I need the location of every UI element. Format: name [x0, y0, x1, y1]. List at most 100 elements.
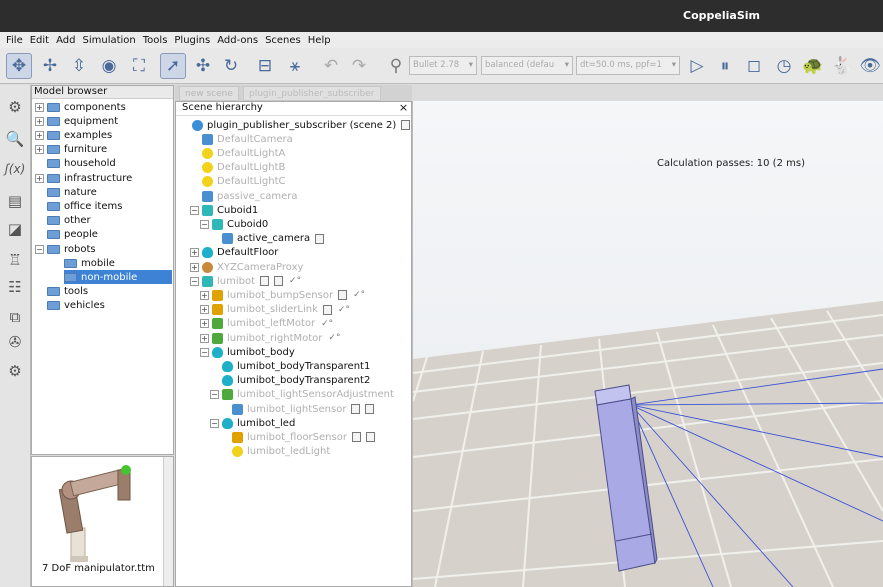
expander-icon[interactable]: + — [35, 145, 44, 155]
scene-object-Cuboid1[interactable]: − Cuboid1 — [190, 203, 258, 217]
model-folder-examples[interactable]: + examples — [35, 128, 112, 142]
collections-icon[interactable]: ▤ — [3, 189, 27, 213]
expander-icon[interactable]: + — [200, 290, 209, 300]
engine-icon[interactable]: ⚲ — [383, 53, 409, 79]
model-folder-components[interactable]: + components — [35, 100, 126, 114]
script-icon[interactable] — [260, 276, 270, 287]
expander-icon[interactable]: + — [200, 319, 209, 329]
expander-icon[interactable]: − — [35, 244, 44, 254]
play-icon[interactable]: ▷ — [684, 53, 710, 79]
object-shift-icon[interactable]: ✣ — [190, 53, 216, 79]
model-folder-furniture[interactable]: + furniture — [35, 143, 107, 157]
expander-icon[interactable]: + — [35, 102, 44, 112]
scene-object-passive-camera[interactable]: passive_camera — [190, 189, 298, 203]
model-folder-other[interactable]: other — [35, 214, 91, 228]
scene-object-lumibot-bumpSensor[interactable]: + lumibot_bumpSensor ✓° — [200, 288, 365, 302]
scene-object-lumibot-sliderLink[interactable]: + lumibot_sliderLink ✓° — [200, 303, 350, 317]
model-folder-equipment[interactable]: + equipment — [35, 114, 118, 128]
redo-icon[interactable]: ↷ — [346, 53, 372, 79]
scene-object-lumibot[interactable]: − lumibot ✓° — [190, 274, 301, 288]
timestep-select[interactable]: dt=50.0 ms, ppf=1 — [576, 56, 680, 75]
model-folder-vehicles[interactable]: vehicles — [35, 299, 105, 313]
expander-icon[interactable]: + — [35, 173, 44, 183]
preview-scrollbar[interactable] — [163, 457, 173, 586]
close-icon[interactable]: × — [398, 102, 409, 114]
preview-caption[interactable]: 7 DoF manipulator.ttm — [42, 563, 155, 574]
scene-object-DefaultCamera[interactable]: DefaultCamera — [190, 132, 293, 146]
menu-edit[interactable]: Edit — [30, 35, 49, 46]
script-icon[interactable] — [338, 290, 348, 301]
manipulator-thumbnail[interactable] — [40, 460, 170, 565]
model-folder-infrastructure[interactable]: + infrastructure — [35, 171, 132, 185]
pause-icon[interactable]: ⏸ — [712, 53, 738, 79]
script-icon[interactable] — [351, 432, 361, 443]
scene-object-Cuboid0[interactable]: − Cuboid0 — [200, 217, 268, 231]
script-icon[interactable] — [351, 404, 361, 414]
menu-add-ons[interactable]: Add-ons — [217, 35, 258, 46]
scene-object-DefaultLightC[interactable]: DefaultLightC — [190, 175, 285, 189]
menu-simulation[interactable]: Simulation — [82, 35, 135, 46]
menu-help[interactable]: Help — [308, 35, 331, 46]
click-selection-icon[interactable]: ➚ — [160, 53, 186, 79]
simulation-settings-icon[interactable]: ⚙ — [3, 95, 27, 119]
tab-new-scene[interactable]: new scene — [179, 86, 239, 101]
user-settings-icon[interactable]: ⚙ — [3, 359, 27, 383]
model-folder-household[interactable]: household — [35, 157, 116, 171]
scene-object-plugin-publisher-subscriber-scene-2-[interactable]: plugin_publisher_subscriber (scene 2) — [180, 118, 411, 132]
assemble-icon[interactable]: ⊟ — [252, 53, 278, 79]
undo-icon[interactable]: ↶ — [318, 53, 344, 79]
scripts-icon[interactable]: ◪ — [3, 217, 27, 241]
menu-file[interactable]: File — [6, 35, 23, 46]
scene-object-lumibot-lightSensor[interactable]: lumibot_lightSensor — [220, 402, 375, 416]
menu-add[interactable]: Add — [56, 35, 75, 46]
expander-icon[interactable]: − — [190, 205, 199, 215]
scene-object-lumibot-bodyTransparent2[interactable]: lumibot_bodyTransparent2 — [210, 374, 370, 388]
shapes-icon[interactable]: ♖ — [3, 248, 27, 272]
transfer-dna-icon[interactable]: ⚹ — [282, 53, 308, 79]
menu-scenes[interactable]: Scenes — [265, 35, 301, 46]
scene-object-lumibot-led[interactable]: − lumibot_led — [210, 416, 295, 430]
model-folder-people[interactable]: people — [35, 228, 98, 242]
camera-angle-icon[interactable]: ◉ — [96, 53, 122, 79]
expander-icon[interactable]: − — [200, 347, 209, 357]
layers-icon[interactable]: ⧉ — [3, 305, 27, 329]
scene-viewport[interactable] — [413, 101, 883, 587]
script-icon[interactable] — [274, 276, 284, 287]
expander-icon[interactable]: − — [210, 418, 219, 428]
script-icon[interactable] — [322, 304, 332, 315]
expander-icon[interactable]: − — [200, 219, 209, 229]
scene-3d-view[interactable] — [413, 101, 883, 587]
expander-icon[interactable]: + — [200, 333, 209, 343]
model-folder-office-items[interactable]: office items — [35, 199, 122, 213]
scene-object-lumibot-rightMotor[interactable]: + lumibot_rightMotor ✓° — [200, 331, 340, 345]
script-icon[interactable] — [365, 404, 375, 414]
expander-icon[interactable]: + — [190, 262, 199, 272]
expander-icon[interactable]: + — [35, 116, 44, 126]
scene-object-lumibot-ledLight[interactable]: lumibot_ledLight — [220, 445, 330, 459]
scene-object-lumibot-leftMotor[interactable]: + lumibot_leftMotor ✓° — [200, 317, 333, 331]
scene-object-lumibot-lightSensorAdjustment[interactable]: − lumibot_lightSensorAdjustment — [210, 388, 394, 402]
zoom-icon[interactable]: 🔍 — [3, 127, 27, 151]
stop-icon[interactable]: ◻ — [741, 53, 767, 79]
scene-object-XYZCameraProxy[interactable]: + XYZCameraProxy — [190, 260, 303, 274]
expander-icon[interactable]: − — [210, 390, 219, 400]
expander-icon[interactable]: + — [200, 305, 209, 315]
camera-rotate-icon[interactable]: ✢ — [37, 53, 63, 79]
scene-object-lumibot-floorSensor[interactable]: lumibot_floorSensor — [220, 430, 375, 444]
model-folder-tools[interactable]: tools — [35, 285, 88, 299]
scene-object-DefaultLightB[interactable]: DefaultLightB — [190, 161, 285, 175]
fit-to-view-icon[interactable]: ⛶ — [126, 53, 152, 79]
model-folder-non-mobile[interactable]: non-mobile — [64, 270, 172, 285]
slow-down-icon[interactable]: 🐢 — [800, 53, 826, 79]
scene-object-DefaultLightA[interactable]: DefaultLightA — [190, 146, 285, 160]
script-icon[interactable] — [315, 233, 325, 244]
scene-hierarchy-icon[interactable]: ☷ — [3, 275, 27, 299]
scene-object-lumibot-bodyTransparent1[interactable]: lumibot_bodyTransparent1 — [210, 359, 370, 373]
model-folder-mobile[interactable]: mobile — [64, 256, 115, 270]
model-folder-nature[interactable]: nature — [35, 185, 97, 199]
expander-icon[interactable]: + — [190, 248, 199, 258]
model-folder-robots[interactable]: − robots — [35, 242, 96, 256]
visualization-icon[interactable]: 👁 — [857, 53, 883, 79]
menu-tools[interactable]: Tools — [143, 35, 168, 46]
expander-icon[interactable]: + — [35, 130, 44, 140]
